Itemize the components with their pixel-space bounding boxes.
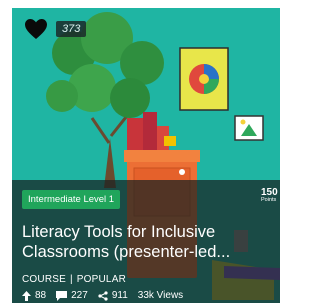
category-separator: |: [69, 274, 73, 285]
comment-count: 227: [71, 290, 88, 301]
comment-icon: [56, 290, 68, 301]
points-badge: 150 Points: [261, 188, 278, 204]
views-count: 33k Views: [137, 290, 184, 301]
content-type: COURSE: [22, 274, 66, 285]
heart-icon[interactable]: [24, 18, 48, 40]
views-stat: 33k Views: [138, 290, 183, 301]
level-badge: Intermediate Level 1: [22, 190, 121, 209]
popularity-tag: POPULAR: [76, 274, 126, 285]
like-count: 373: [56, 21, 87, 37]
like-group[interactable]: 373: [24, 18, 87, 40]
course-title[interactable]: Literacy Tools for Inclusive Classrooms …: [22, 222, 272, 262]
stats-bar: 88 227 911 33k Views: [22, 290, 183, 301]
share-count: 911: [111, 290, 128, 301]
course-card[interactable]: 373 Intermediate Level 1 150 Points Lite…: [12, 8, 280, 303]
comment-stat[interactable]: 227: [56, 290, 88, 301]
arrow-up-icon: [22, 290, 31, 301]
upvote-stat[interactable]: 88: [22, 290, 46, 301]
upvote-count: 88: [35, 290, 47, 301]
category-line: COURSE | POPULAR: [22, 274, 126, 285]
share-stat[interactable]: 911: [98, 290, 128, 301]
points-label: Points: [261, 197, 277, 203]
share-icon: [98, 290, 108, 301]
